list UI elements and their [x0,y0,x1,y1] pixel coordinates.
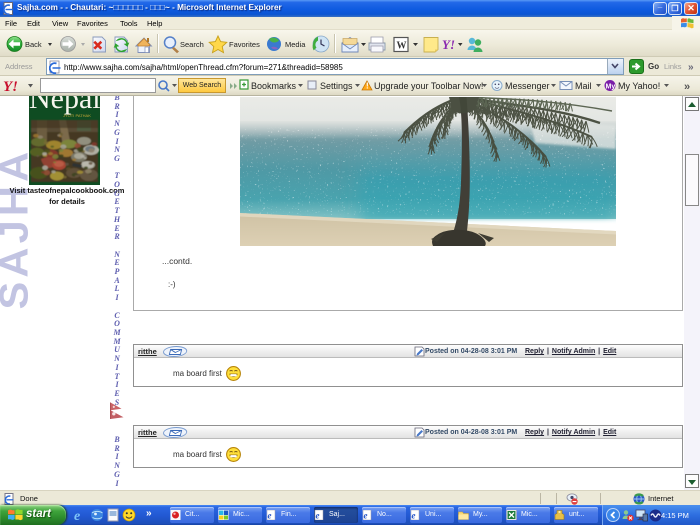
svg-text:Settings: Settings [320,81,353,91]
svg-text:e: e [412,511,416,521]
svg-text:e: e [74,509,80,523]
svg-text:Media: Media [285,40,306,49]
svg-text:Back: Back [25,40,42,49]
svg-text:»: » [684,81,690,93]
svg-text:Search: Search [180,40,204,49]
svg-text:e: e [364,511,368,521]
svg-text:W: W [397,41,407,52]
svg-text:e: e [316,511,320,521]
svg-text:JYOTI PATHAK: JYOTI PATHAK [63,113,91,118]
svg-text:»: » [688,62,694,71]
svg-text:My: My [606,84,616,91]
svg-text:Favorites: Favorites [229,40,260,49]
svg-text:!: ! [366,82,369,91]
svg-text:Mail: Mail [575,81,592,91]
svg-text:»: » [146,508,152,519]
svg-text:Bookmarks: Bookmarks [251,81,297,91]
svg-text:Upgrade your Toolbar Now!: Upgrade your Toolbar Now! [374,81,483,91]
svg-text:e: e [268,511,272,521]
svg-text:My Yahoo!: My Yahoo! [618,81,660,91]
svg-text:Y!: Y! [3,79,18,95]
svg-text:Y!: Y! [442,37,455,52]
svg-text:Messenger: Messenger [505,81,550,91]
